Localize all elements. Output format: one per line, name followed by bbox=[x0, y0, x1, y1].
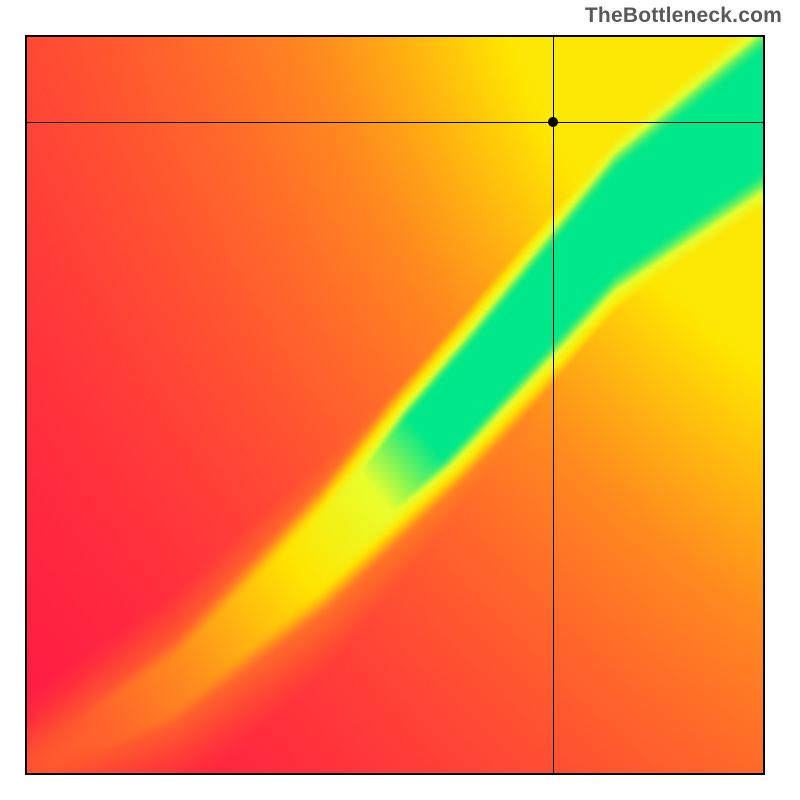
crosshair-vertical bbox=[553, 37, 554, 773]
bottleneck-heatmap bbox=[27, 37, 763, 773]
crosshair-horizontal bbox=[27, 122, 763, 123]
bottleneck-heatmap-frame bbox=[25, 35, 765, 775]
attribution-text: TheBottleneck.com bbox=[585, 4, 782, 28]
selection-marker[interactable] bbox=[548, 117, 558, 127]
